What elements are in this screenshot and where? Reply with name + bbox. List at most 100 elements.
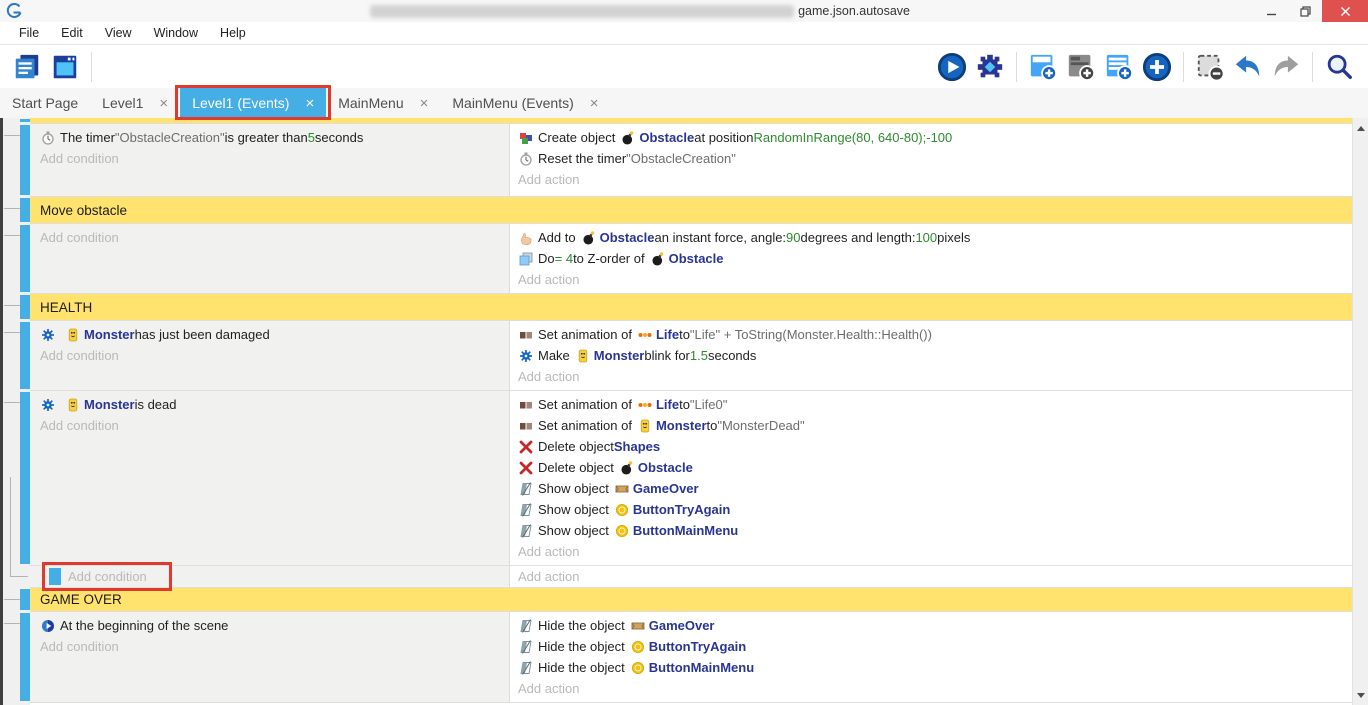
action-line[interactable]: Show object GameOver [518, 478, 1344, 499]
add-condition-button[interactable]: Add condition [40, 345, 501, 366]
scroll-up-arrow[interactable] [1353, 120, 1368, 136]
action-line[interactable]: Reset the timer "ObstacleCreation" [518, 148, 1344, 169]
redo-button[interactable] [1270, 51, 1302, 83]
search-button[interactable] [1323, 51, 1355, 83]
actions-panel[interactable]: Hide the object GameOverHide the object … [510, 612, 1352, 702]
action-line[interactable]: Show object ButtonMainMenu [518, 520, 1344, 541]
conditions-panel[interactable]: Add condition [30, 566, 510, 587]
group-header-move-obstacle[interactable]: Move obstacle [30, 197, 1352, 224]
add-condition-button[interactable]: Add condition [68, 566, 147, 587]
conditions-panel[interactable]: Monster is deadAdd condition [30, 391, 510, 565]
tab-close-icon[interactable]: × [305, 96, 314, 111]
group-header-health[interactable]: HEALTH [30, 294, 1352, 321]
event-row-monster-damaged[interactable]: Monster has just been damagedAdd conditi… [30, 321, 1352, 391]
actions-panel[interactable]: Add to Obstacle an instant force, angle:… [510, 224, 1352, 293]
event-selection-chip[interactable] [49, 568, 61, 585]
object-name: Monster [84, 397, 135, 412]
tab-close-icon[interactable]: × [590, 96, 599, 111]
minimize-button[interactable] [1254, 0, 1288, 22]
add-comment-button[interactable] [1065, 51, 1097, 83]
hand-force-icon [518, 230, 533, 245]
tab-level1-events[interactable]: Level1 (Events)× [180, 88, 326, 118]
plain-text: seconds [315, 130, 363, 145]
tab-mainmenu[interactable]: MainMenu× [326, 88, 440, 118]
plain-text: Show object [538, 502, 609, 517]
add-subevent-button[interactable] [1103, 51, 1135, 83]
debug-button[interactable] [974, 51, 1006, 83]
event-row-scene-begin[interactable]: At the beginning of the sceneAdd conditi… [30, 612, 1352, 703]
menu-item-view[interactable]: View [94, 23, 143, 43]
actions-panel[interactable]: Set animation of Life to "Life0"Set anim… [510, 391, 1352, 565]
action-line[interactable]: Set animation of Life to "Life0" [518, 394, 1344, 415]
banner-icon [631, 619, 645, 633]
tab-label: Start Page [12, 95, 78, 111]
add-event-button[interactable] [1027, 51, 1059, 83]
object-name: Shapes [614, 439, 660, 454]
action-line[interactable]: Create object Obstacle at position Rando… [518, 127, 1344, 148]
undo-button[interactable] [1232, 51, 1264, 83]
event-row-empty-subevent[interactable]: Add condition Add action [30, 566, 1352, 588]
condition-line[interactable]: The timer "ObstacleCreation" is greater … [40, 127, 501, 148]
conditions-panel[interactable]: Add condition [30, 224, 510, 293]
add-action-button[interactable]: Add action [518, 541, 1344, 562]
actions-panel[interactable]: Add action [510, 566, 1352, 587]
action-line[interactable]: Add to Obstacle an instant force, angle:… [518, 227, 1344, 248]
action-line[interactable]: Delete object Obstacle [518, 457, 1344, 478]
conditions-panel[interactable]: Monster has just been damagedAdd conditi… [30, 321, 510, 390]
condition-line[interactable]: At the beginning of the scene [40, 615, 501, 636]
menu-item-file[interactable]: File [8, 23, 50, 43]
event-row-move-obstacle[interactable]: Add condition Add to Obstacle an instant … [30, 224, 1352, 294]
plain-text: to [679, 327, 690, 342]
add-other-button[interactable] [1141, 51, 1173, 83]
action-line[interactable]: Hide the object ButtonTryAgain [518, 636, 1344, 657]
visibility-icon [518, 660, 533, 675]
group-header-game-over[interactable]: GAME OVER [30, 588, 1352, 612]
add-condition-button[interactable]: Add condition [40, 636, 501, 657]
project-manager-button[interactable] [11, 51, 43, 83]
action-line[interactable]: Delete object Shapes [518, 436, 1344, 457]
event-row-timer-obstacle[interactable]: The timer "ObstacleCreation" is greater … [30, 124, 1352, 197]
action-line[interactable]: Make Monster blink for 1.5 seconds [518, 345, 1344, 366]
add-action-button[interactable]: Add action [518, 169, 1344, 190]
tab-close-icon[interactable]: × [159, 96, 168, 111]
event-row-monster-dead[interactable]: Monster is deadAdd conditionSet animatio… [30, 391, 1352, 566]
restore-button[interactable] [1288, 0, 1322, 22]
scene-editor-button[interactable] [49, 51, 81, 83]
action-line[interactable]: Do = 4 to Z-order of Obstacle [518, 248, 1344, 269]
actions-panel[interactable]: Create object Obstacle at position Rando… [510, 124, 1352, 196]
action-line[interactable]: Show object ButtonTryAgain [518, 499, 1344, 520]
visibility-icon [518, 502, 533, 517]
vertical-scrollbar[interactable] [1352, 118, 1368, 705]
string-text: "ObstacleCreation" [115, 130, 225, 145]
action-line[interactable]: Hide the object ButtonMainMenu [518, 657, 1344, 678]
add-action-button[interactable]: Add action [518, 566, 579, 587]
add-condition-button[interactable]: Add condition [40, 415, 501, 436]
add-action-button[interactable]: Add action [518, 269, 1344, 290]
play-button[interactable] [936, 51, 968, 83]
scroll-down-arrow[interactable] [1353, 687, 1368, 703]
delete-event-button[interactable] [1194, 51, 1226, 83]
action-line[interactable]: Hide the object GameOver [518, 615, 1344, 636]
action-line[interactable]: Set animation of Monster to "MonsterDead… [518, 415, 1344, 436]
condition-line[interactable]: Monster is dead [40, 394, 501, 415]
tab-label: MainMenu (Events) [452, 95, 573, 111]
plain-text: seconds [708, 348, 756, 363]
action-line[interactable]: Set animation of Life to "Life" + ToStri… [518, 324, 1344, 345]
add-action-button[interactable]: Add action [518, 366, 1344, 387]
condition-line[interactable]: Monster has just been damaged [40, 324, 501, 345]
actions-panel[interactable]: Set animation of Life to "Life" + ToStri… [510, 321, 1352, 390]
add-condition-button[interactable]: Add condition [40, 148, 501, 169]
tab-close-icon[interactable]: × [420, 96, 429, 111]
menu-item-edit[interactable]: Edit [50, 23, 94, 43]
menu-item-window[interactable]: Window [143, 23, 209, 43]
add-condition-button[interactable]: Add condition [40, 227, 501, 248]
tab-level1[interactable]: Level1× [90, 88, 180, 118]
conditions-panel[interactable]: The timer "ObstacleCreation" is greater … [30, 124, 510, 196]
menu-item-help[interactable]: Help [209, 23, 257, 43]
add-action-button[interactable]: Add action [518, 678, 1344, 699]
tab-start-page[interactable]: Start Page [0, 88, 90, 118]
close-button[interactable] [1322, 0, 1368, 22]
tab-mainmenu-events[interactable]: MainMenu (Events) × [440, 88, 610, 118]
conditions-panel[interactable]: At the beginning of the sceneAdd conditi… [30, 612, 510, 702]
plain-text: blink for [644, 348, 690, 363]
